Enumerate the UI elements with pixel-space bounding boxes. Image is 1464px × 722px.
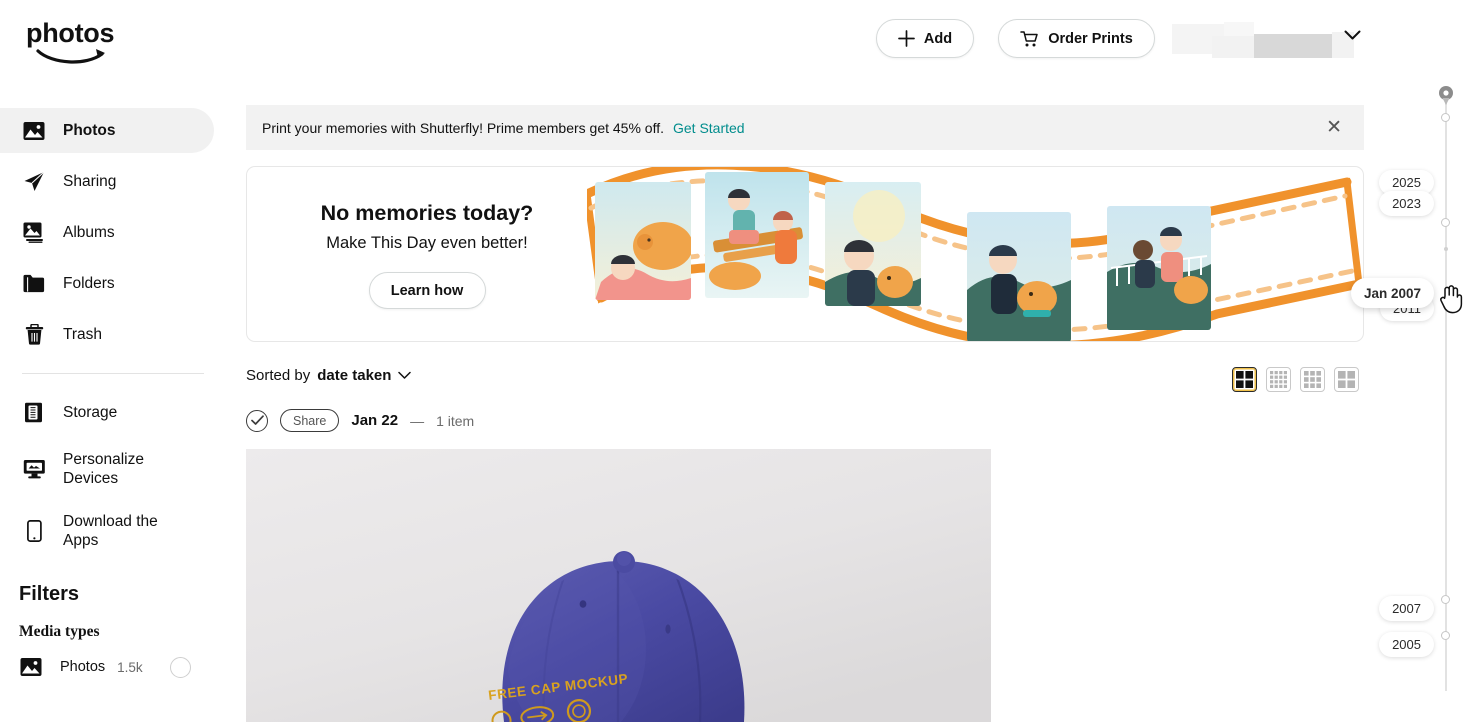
sidebar-item-label: Photos [63,122,116,139]
cap-photo-content: FREE CAP MOCKUP [246,449,991,722]
sidebar-item-label: Storage [63,404,118,421]
group-separator: — [410,412,425,429]
group-count-label: 1 item [436,412,475,429]
memories-headline: No memories today? [320,201,534,225]
sidebar-item-storage[interactable]: Storage [0,390,214,435]
timeline-year-label[interactable]: 2007 [1379,596,1434,621]
add-button-label: Add [923,30,953,47]
filter-photos[interactable]: Photos 1.5k [19,655,209,679]
memories-subtitle: Make This Day even better! [326,234,528,252]
timeline-minor-marker [1443,247,1448,251]
timeline-current-label[interactable]: Jan 2007 [1350,278,1434,308]
filter-label: Photos [60,659,106,675]
timeline-year-label[interactable]: 2023 [1379,191,1434,216]
media-types-heading: Media types [19,623,100,640]
view-dense-grid-button[interactable] [1266,367,1291,392]
sidebar-item-label: Sharing [63,173,117,190]
filter-photos-radio[interactable] [170,656,191,678]
account-name-redacted[interactable] [1172,22,1362,58]
timeline-year-label[interactable]: 2005 [1379,632,1434,657]
sidebar-item-label: Personalize Devices [63,451,144,487]
sidebar-item-label: Albums [63,224,115,241]
view-medium-grid-button[interactable] [1300,367,1325,392]
filters-heading: Filters [19,583,80,605]
main-content: Print your memories with Shutterfly! Pri… [230,77,1380,722]
plus-icon [898,30,915,47]
group-date-label: Jan 22 [351,412,399,429]
sidebar-item-download-the-apps[interactable]: Download the Apps [0,503,214,559]
sort-prefix-label: Sorted by [246,367,311,384]
shopping-cart-icon [1020,30,1038,46]
sidebar-item-sharing[interactable]: Sharing [0,159,214,204]
sidebar-item-label: Folders [63,275,115,292]
amazon-photos-app: photos Add Order Prints Photos Sharing A… [0,0,1464,722]
filter-count: 1.5k [117,659,143,675]
folder-icon [22,272,46,296]
timeline-scrubber[interactable]: 2025 2023 2011 Jan 2007 2007 2005 [1350,77,1464,722]
sidebar-item-personalize-devices[interactable]: Personalize Devices [0,441,214,497]
redaction-block [1254,34,1332,58]
timeline-marker[interactable] [1441,218,1450,227]
sidebar-item-label: Trash [63,326,103,343]
order-prints-label: Order Prints [1048,30,1133,47]
monitor-icon [22,457,46,481]
add-button[interactable]: Add [876,19,974,58]
promo-text: Print your memories with Shutterfly! Pri… [262,119,664,136]
view-large-tiles-button[interactable] [1232,367,1257,392]
memories-text-block: No memories today? Make This Day even be… [247,167,607,341]
learn-how-button[interactable]: Learn how [368,272,486,309]
photos-icon [22,119,46,143]
sidebar-item-folders[interactable]: Folders [0,261,214,306]
amazon-photos-logo[interactable]: photos [26,18,186,66]
sort-dropdown[interactable]: Sorted by date taken [246,367,416,384]
chevron-down-icon [398,371,412,379]
view-density-toggles [1232,367,1359,392]
close-icon[interactable]: ✕ [1320,114,1348,141]
redaction-block [1212,36,1254,58]
albums-icon [22,221,46,245]
sort-toolbar: Sorted by date taken [246,367,1364,401]
timeline-marker[interactable] [1441,595,1450,604]
sidebar-item-trash[interactable]: Trash [0,312,214,357]
promo-banner: Print your memories with Shutterfly! Pri… [246,105,1364,150]
get-started-link[interactable]: Get Started [673,120,745,136]
timeline-marker[interactable] [1441,113,1450,122]
check-circle-icon[interactable] [246,409,268,432]
chevron-down-icon[interactable] [1344,30,1361,41]
left-sidebar: Photos Sharing Albums Folders Trash Stor… [0,77,230,722]
memories-card: No memories today? Make This Day even be… [246,166,1364,342]
photo-thumbnail-cap[interactable]: FREE CAP MOCKUP [246,449,991,722]
film-strip-illustration [587,167,1363,341]
storage-icon [22,401,46,425]
view-small-grid-button[interactable] [1334,367,1359,392]
order-prints-button[interactable]: Order Prints [998,19,1155,58]
logo-wordmark: photos [26,18,115,48]
photos-icon [19,655,43,679]
share-button[interactable]: Share [280,409,340,432]
sidebar-item-photos[interactable]: Photos [0,108,214,153]
sort-value-label: date taken [317,367,392,384]
trash-icon [22,323,46,347]
sidebar-item-albums[interactable]: Albums [0,210,214,255]
timeline-handle[interactable] [1438,86,1454,106]
top-header: photos Add Order Prints [0,0,1464,77]
sidebar-divider [22,373,204,374]
amazon-smile-icon [36,49,105,64]
share-arrow-icon [22,170,46,194]
phone-icon [22,519,46,543]
date-group-header: Share Jan 22 — 1 item [246,409,474,432]
timeline-marker[interactable] [1441,631,1450,640]
sidebar-item-label: Download the Apps [63,513,158,549]
